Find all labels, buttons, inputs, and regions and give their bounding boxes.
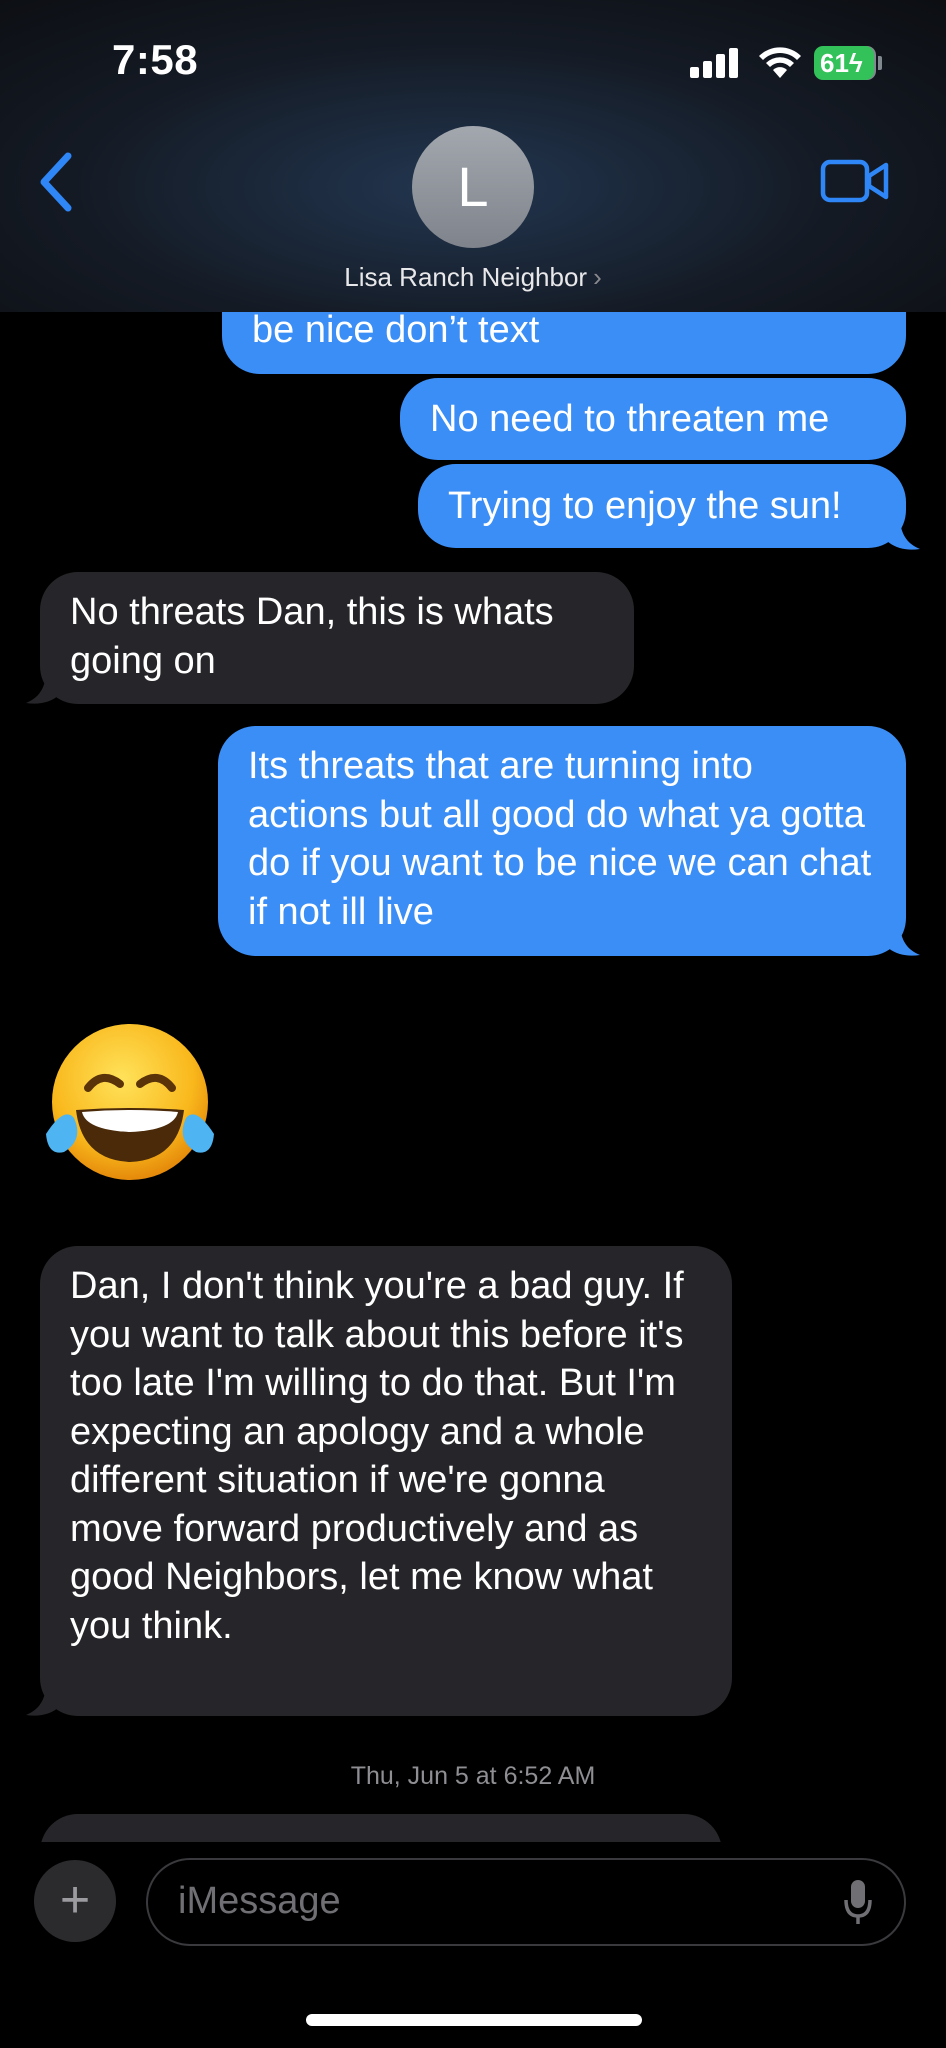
message-bubble-received[interactable]: No threats Dan, this is whats going on [40,572,634,704]
microphone-icon[interactable] [844,1878,872,1926]
wifi-icon [759,47,801,78]
plus-icon[interactable]: + [34,1860,116,1942]
chevron-right-icon: › [593,262,602,292]
message-bubble-sent[interactable]: Trying to enjoy the sun! [418,464,906,548]
home-indicator[interactable] [306,2014,642,2026]
charging-bolt-icon: ϟ [848,48,863,78]
signal-icon [690,48,738,78]
input-placeholder: iMessage [178,1880,341,1922]
conversation-header: 7:58 61ϟ L Lisa Ranch Neighbor › [0,0,946,312]
bubble-tail [26,1688,60,1716]
status-time: 7:58 [112,36,199,83]
video-camera-icon[interactable] [820,158,890,204]
bubble-tail [26,676,60,704]
contact-name-button[interactable]: Lisa Ranch Neighbor › [0,262,946,293]
bubble-tail [886,522,920,550]
message-timestamp: Thu, Jun 5 at 6:52 AM [350,1762,596,1790]
avatar[interactable]: L [412,126,534,248]
tears-of-joy-emoji[interactable]: 😂 [44,1022,216,1182]
contact-name: Lisa Ranch Neighbor [344,262,588,292]
message-bubble-sent[interactable]: No need to threaten me [400,378,906,460]
battery-icon: 61ϟ [814,46,874,80]
battery-tip [878,56,882,70]
imessage-input[interactable]: iMessage [146,1858,906,1946]
message-bubble-sent[interactable]: Its threats that are turning into action… [218,726,906,956]
battery-level: 61 [820,48,849,78]
message-bubble-received[interactable]: Dan, I don't think you're a bad guy. If … [40,1246,732,1716]
bubble-tail [886,928,920,956]
back-chevron-icon[interactable] [34,150,82,214]
